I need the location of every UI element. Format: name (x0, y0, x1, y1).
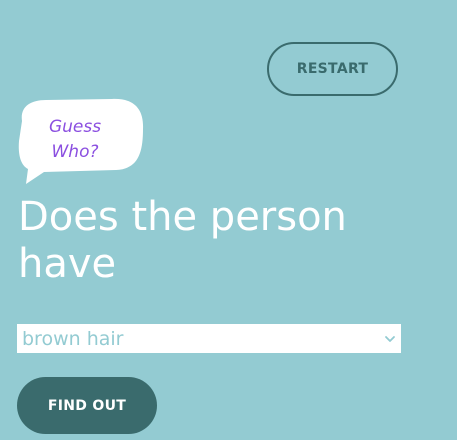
attribute-select[interactable]: brown hair (17, 324, 401, 353)
logo-text: Guess Who? (38, 115, 112, 165)
logo-line-1: Guess (48, 117, 102, 137)
question-heading: Does the person have (18, 194, 347, 287)
restart-button[interactable]: RESTART (267, 42, 398, 96)
chevron-down-icon (385, 335, 395, 342)
find-out-button[interactable]: FIND OUT (17, 377, 157, 434)
attribute-select-value: brown hair (22, 327, 124, 350)
logo-line-2: Who? (51, 142, 99, 162)
guess-who-logo: Guess Who? (16, 97, 146, 187)
